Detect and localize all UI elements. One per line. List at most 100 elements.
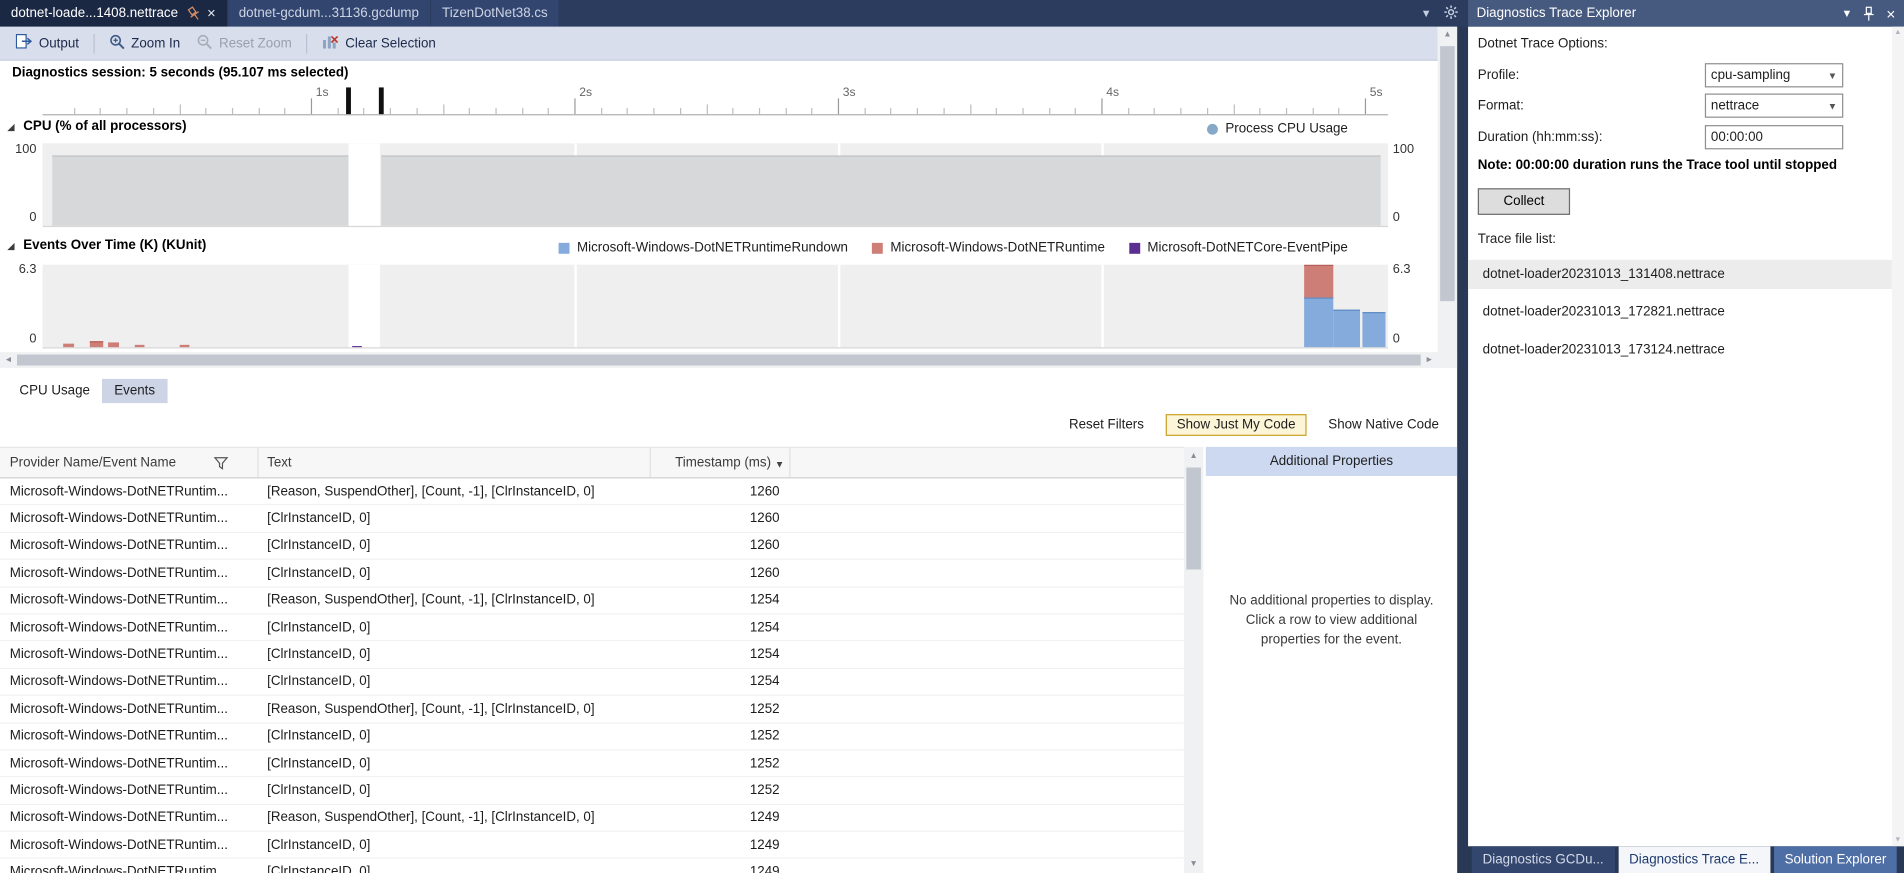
ruler-tick <box>469 108 470 114</box>
column-divider <box>257 448 258 477</box>
table-row[interactable]: Microsoft-Windows-DotNETRuntim...[Reason… <box>0 696 1184 723</box>
scroll-down-icon[interactable]: ▼ <box>1892 837 1904 844</box>
table-row[interactable]: Microsoft-Windows-DotNETRuntim...[ClrIns… <box>0 859 1184 873</box>
table-row[interactable]: Microsoft-Windows-DotNETRuntim...[ClrIns… <box>0 750 1184 777</box>
ruler-tick <box>416 108 417 114</box>
scroll-down-icon[interactable]: ▼ <box>1184 860 1203 869</box>
filter-icon[interactable] <box>214 457 229 474</box>
cell-provider: Microsoft-Windows-DotNETRuntim... <box>0 783 257 798</box>
scroll-up-icon[interactable]: ▲ <box>1438 30 1457 38</box>
events-axis-max-right: 6.3 <box>1393 262 1411 277</box>
table-row[interactable]: Microsoft-Windows-DotNETRuntim...[ClrIns… <box>0 614 1184 641</box>
cpu-chart[interactable] <box>42 143 1387 227</box>
tab-cpu-usage[interactable]: CPU Usage <box>7 379 102 403</box>
table-row[interactable]: Microsoft-Windows-DotNETRuntim...[Reason… <box>0 805 1184 832</box>
pin-icon[interactable] <box>1863 5 1875 21</box>
options-heading: Dotnet Trace Options: <box>1478 36 1608 51</box>
output-button[interactable]: Output <box>7 30 87 57</box>
ruler-tick <box>522 108 523 114</box>
cell-text: [ClrInstanceID, 0] <box>257 511 649 526</box>
column-provider[interactable]: Provider Name/Event Name <box>10 455 176 470</box>
cpu-section-header[interactable]: ◢ CPU (% of all processors) <box>7 119 186 134</box>
clear-selection-button[interactable]: Clear Selection <box>314 30 445 57</box>
selection-marker[interactable] <box>347 87 352 114</box>
table-row[interactable]: Microsoft-Windows-DotNETRuntim...[ClrIns… <box>0 642 1184 669</box>
table-vertical-scrollbar[interactable]: ▲ ▼ <box>1184 447 1203 873</box>
chevron-down-icon[interactable]: ▼ <box>1841 7 1852 19</box>
events-section-header[interactable]: ◢ Events Over Time (K) (KUnit) <box>7 238 206 253</box>
profile-dropdown[interactable]: cpu-sampling ▼ <box>1705 63 1843 87</box>
collapse-icon[interactable]: ◢ <box>7 121 14 132</box>
reset-zoom-button[interactable]: Reset Zoom <box>189 30 301 57</box>
zoom-in-icon <box>109 33 125 52</box>
column-text[interactable]: Text <box>267 455 292 470</box>
trace-file-item[interactable]: dotnet-loader20231013_131408.nettrace <box>1468 260 1892 289</box>
ruler-tick <box>1022 108 1023 114</box>
table-row[interactable]: Microsoft-Windows-DotNETRuntim...[ClrIns… <box>0 506 1184 533</box>
doc-tab-label: dotnet-gcdum...31136.gcdump <box>239 6 419 21</box>
format-dropdown[interactable]: nettrace ▼ <box>1705 93 1843 117</box>
chevron-down-icon[interactable]: ▼ <box>1421 7 1432 19</box>
doc-tab-cs-file[interactable]: TizenDotNet38.cs <box>431 0 559 27</box>
cell-timestamp: 1249 <box>650 810 790 825</box>
event-table[interactable]: Microsoft-Windows-DotNETRuntim...[Reason… <box>0 478 1184 873</box>
event-bar-runtime <box>1304 265 1333 298</box>
output-icon <box>16 34 33 52</box>
cell-text: [ClrInstanceID, 0] <box>257 620 649 635</box>
events-chart[interactable] <box>42 265 1387 349</box>
trace-file-item[interactable]: dotnet-loader20231013_172821.nettrace <box>1468 297 1892 326</box>
table-row[interactable]: Microsoft-Windows-DotNETRuntim...[ClrIns… <box>0 723 1184 750</box>
event-bar-eventpipe <box>352 346 363 348</box>
tab-diagnostics-trace-explorer[interactable]: Diagnostics Trace E... <box>1618 846 1770 873</box>
collect-button[interactable]: Collect <box>1478 188 1570 215</box>
doc-tab-nettrace[interactable]: dotnet-loade...1408.nettrace × <box>0 0 227 27</box>
close-icon[interactable]: × <box>1886 4 1895 22</box>
ruler-tick <box>1180 108 1181 114</box>
show-native-code-button[interactable]: Show Native Code <box>1319 414 1449 436</box>
timeline-ruler[interactable]: 1s2s3s4s5s <box>42 85 1387 115</box>
scroll-up-icon[interactable]: ▲ <box>1184 452 1203 461</box>
trace-file-item[interactable]: dotnet-loader20231013_173124.nettrace <box>1468 335 1892 364</box>
column-timestamp[interactable]: Timestamp (ms) <box>650 455 771 470</box>
reset-filters-button[interactable]: Reset Filters <box>1059 414 1153 436</box>
zoom-in-button[interactable]: Zoom In <box>101 30 189 57</box>
tab-solution-explorer[interactable]: Solution Explorer <box>1774 846 1898 873</box>
sort-desc-icon[interactable]: ▼ <box>775 459 785 470</box>
table-row[interactable]: Microsoft-Windows-DotNETRuntim...[ClrIns… <box>0 778 1184 805</box>
gear-icon[interactable] <box>1444 4 1459 22</box>
tool-window-tab-strip: Diagnostics GCDu... Diagnostics Trace E.… <box>1468 846 1904 873</box>
close-icon[interactable]: × <box>207 6 216 21</box>
panel-vertical-scrollbar[interactable]: ▲ ▼ <box>1892 27 1904 847</box>
cell-text: [ClrInstanceID, 0] <box>257 783 649 798</box>
scrollbar-thumb[interactable] <box>17 355 1421 366</box>
table-row[interactable]: Microsoft-Windows-DotNETRuntim...[Reason… <box>0 478 1184 505</box>
collapse-icon[interactable]: ◢ <box>7 240 14 251</box>
duration-input[interactable] <box>1705 125 1843 149</box>
doc-tab-gcdump[interactable]: dotnet-gcdum...31136.gcdump <box>228 0 430 27</box>
show-just-my-code-button[interactable]: Show Just My Code <box>1166 414 1307 436</box>
scrollbar-thumb[interactable] <box>1186 467 1201 569</box>
ruler-tick <box>311 98 312 114</box>
table-row[interactable]: Microsoft-Windows-DotNETRuntim...[ClrIns… <box>0 533 1184 560</box>
scroll-up-icon[interactable]: ▲ <box>1892 29 1904 36</box>
scroll-left-icon[interactable]: ◄ <box>2 356 14 364</box>
scrollbar-thumb[interactable] <box>1440 46 1455 301</box>
table-row[interactable]: Microsoft-Windows-DotNETRuntim...[ClrIns… <box>0 832 1184 859</box>
ruler-tick <box>812 108 813 114</box>
chart-vertical-scrollbar[interactable]: ▲ ▼ <box>1438 27 1457 368</box>
ruler-tick <box>1049 108 1050 114</box>
cell-timestamp: 1254 <box>650 593 790 608</box>
events-legend-swatch-2 <box>1129 242 1140 253</box>
table-row[interactable]: Microsoft-Windows-DotNETRuntim...[ClrIns… <box>0 560 1184 587</box>
scroll-right-icon[interactable]: ► <box>1423 356 1435 364</box>
tab-events[interactable]: Events <box>102 379 167 403</box>
tab-diagnostics-gcdump[interactable]: Diagnostics GCDu... <box>1472 846 1615 873</box>
chart-horizontal-scrollbar[interactable]: ◄ ► <box>0 352 1457 368</box>
table-row[interactable]: Microsoft-Windows-DotNETRuntim...[Reason… <box>0 587 1184 614</box>
selection-marker[interactable] <box>378 87 383 114</box>
cell-provider: Microsoft-Windows-DotNETRuntim... <box>0 484 257 499</box>
pin-icon[interactable] <box>184 3 203 23</box>
cell-timestamp: 1252 <box>650 756 790 771</box>
trace-file-list[interactable]: dotnet-loader20231013_131408.nettracedot… <box>1468 260 1892 373</box>
table-row[interactable]: Microsoft-Windows-DotNETRuntim...[ClrIns… <box>0 669 1184 696</box>
